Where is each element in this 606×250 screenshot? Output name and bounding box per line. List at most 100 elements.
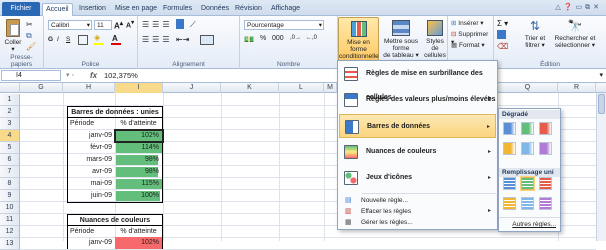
fill-icon[interactable] <box>497 30 506 39</box>
column-header[interactable]: H <box>63 83 115 93</box>
format-painter-icon[interactable]: 🖌 <box>26 42 36 51</box>
conditional-formatting-button[interactable]: Mise en forme conditionnelle ▾ <box>338 17 379 67</box>
minimize-ribbon-icon[interactable]: △ <box>555 4 563 11</box>
row-header[interactable]: 12 <box>0 226 20 238</box>
row-header[interactable]: 2 <box>0 106 20 118</box>
gradient-fill-swatch[interactable] <box>521 142 534 155</box>
merge-center-icon[interactable] <box>200 35 214 45</box>
row-header[interactable]: 4 <box>0 130 20 142</box>
table-cell-period[interactable]: mai-09 <box>67 178 115 190</box>
gradient-fill-swatch[interactable] <box>539 142 552 155</box>
menu-item-color-scales[interactable]: Nuances de couleurs ▸ <box>339 140 496 164</box>
table-cell-period[interactable]: janv-09 <box>67 237 115 249</box>
column-header[interactable]: M <box>324 83 337 93</box>
menu-item-manage-rules[interactable]: ▦ Gérer les règles... <box>339 217 496 228</box>
horizontal-align-icons[interactable]: ☰☰☰ <box>142 35 173 44</box>
table-cell-pct[interactable]: 114% <box>115 142 163 154</box>
font-size-select[interactable]: 11 <box>94 20 112 30</box>
format-cells-button[interactable]: ▦ Format ▾ <box>451 41 485 49</box>
tab-page-layout[interactable]: Mise en page <box>112 3 160 16</box>
percent-icon[interactable]: % <box>260 35 266 42</box>
scrollbar-thumb[interactable] <box>598 94 605 114</box>
tab-home[interactable]: Accueil <box>42 3 73 16</box>
insert-function-button[interactable]: fx <box>90 69 97 82</box>
paste-button[interactable]: Coller ▾ <box>2 19 24 53</box>
table-title[interactable]: Nuances de couleurs <box>67 214 163 226</box>
window-controls[interactable]: △❓▭⧉✕ <box>555 3 602 12</box>
tab-formulas[interactable]: Formules <box>160 3 195 16</box>
column-header[interactable]: G <box>20 83 63 93</box>
row-header[interactable]: 1 <box>0 94 20 106</box>
formula-input[interactable]: 102,375% <box>104 69 138 82</box>
table-cell-period[interactable]: avr-09 <box>67 166 115 178</box>
menu-item-new-rule[interactable]: ▤ Nouvelle règle... <box>339 195 496 206</box>
table-cell-pct[interactable]: 102% <box>115 237 163 249</box>
row-header[interactable]: 6 <box>0 154 20 166</box>
restore-icon[interactable]: ⧉ <box>585 4 593 11</box>
tab-review[interactable]: Révision <box>232 3 265 16</box>
currency-icon[interactable]: 💵 <box>244 35 254 44</box>
bold-button[interactable]: G <box>48 36 53 43</box>
row-header[interactable]: 8 <box>0 178 20 190</box>
gradient-fill-swatch[interactable] <box>521 122 534 135</box>
column-header[interactable]: Q <box>498 83 558 93</box>
tab-data[interactable]: Données <box>198 3 232 16</box>
font-name-select[interactable]: Calibri ▾ <box>48 20 92 30</box>
solid-fill-swatch[interactable] <box>521 177 534 190</box>
menu-item-data-bars[interactable]: Barres de données ▸ <box>339 114 496 138</box>
indent-icons[interactable]: ⇤⇥ <box>176 35 189 44</box>
italic-button[interactable]: I <box>57 36 59 43</box>
fill-color-icon[interactable]: ◈ <box>94 33 100 42</box>
menu-item-highlight-rules[interactable]: Règles de mise en surbrillance des cellu… <box>339 62 496 101</box>
table-cell-period[interactable]: mars-09 <box>67 154 115 166</box>
more-rules-link[interactable]: Autres règles... <box>499 219 560 230</box>
solid-fill-swatch[interactable] <box>503 197 516 210</box>
table-title[interactable]: Barres de données : unies <box>67 106 163 118</box>
row-header[interactable]: 7 <box>0 166 20 178</box>
number-format-select[interactable]: Pourcentage ▾ <box>244 20 324 30</box>
row-header[interactable]: 10 <box>0 202 20 214</box>
solid-fill-swatch[interactable] <box>539 197 552 210</box>
select-all-corner[interactable] <box>0 83 20 93</box>
vertical-scrollbar[interactable] <box>596 93 606 241</box>
vertical-align-icons[interactable]: ☰☰☰ <box>142 20 173 29</box>
insert-cells-button[interactable]: ⊞ Insérer ▾ <box>451 19 484 27</box>
grow-font-icon[interactable]: A▴ <box>114 19 123 31</box>
solid-fill-swatch[interactable] <box>521 197 534 210</box>
row-header[interactable]: 9 <box>0 190 20 202</box>
tab-view[interactable]: Affichage <box>268 3 303 16</box>
cut-icon[interactable]: ✂ <box>26 20 33 29</box>
solid-fill-swatch[interactable] <box>503 177 516 190</box>
clear-icon[interactable]: ⌫ <box>497 42 508 51</box>
table-header-period[interactable]: Période <box>67 118 115 130</box>
tab-insert[interactable]: Insertion <box>76 3 109 16</box>
menu-item-clear-rules[interactable]: ▥ Effacer les règles ▸ <box>339 206 496 217</box>
column-header[interactable]: J <box>163 83 221 93</box>
row-header[interactable]: 11 <box>0 214 20 226</box>
cell-styles-button[interactable]: Styles de cellules ▾ <box>422 17 448 66</box>
column-header[interactable]: R <box>558 83 596 93</box>
orientation-icon[interactable]: ⟋ <box>190 20 196 30</box>
format-as-table-button[interactable]: Mettre sous forme de tableau ▾ <box>380 17 422 59</box>
increase-decimal-icon[interactable]: ,0→ <box>290 35 301 41</box>
table-cell-period[interactable]: janv-09 <box>67 130 115 142</box>
wrap-text-icon[interactable] <box>176 19 184 29</box>
autosum-icon[interactable]: Σ ▾ <box>497 19 508 28</box>
table-cell-period[interactable]: févr-09 <box>67 142 115 154</box>
table-cell-pct[interactable]: 98% <box>115 154 163 166</box>
table-cell-period[interactable]: juin-09 <box>67 190 115 202</box>
font-color-icon[interactable]: A <box>112 34 118 43</box>
close-icon[interactable]: ✕ <box>593 4 602 11</box>
cancel-enter-icons[interactable]: ▾ ◦ <box>66 71 74 79</box>
table-cell-pct[interactable]: 100% <box>115 190 163 202</box>
copy-icon[interactable]: ⧉ <box>26 31 32 41</box>
row-header[interactable]: 5 <box>0 142 20 154</box>
expand-formula-icon[interactable]: ▾ <box>599 71 603 79</box>
row-header[interactable]: 3 <box>0 118 20 130</box>
borders-icon[interactable] <box>78 35 88 45</box>
solid-fill-swatch[interactable] <box>539 177 552 190</box>
menu-item-top-bottom-rules[interactable]: Règles des valeurs plus/moins élevées ▸ <box>339 88 496 112</box>
menu-item-icon-sets[interactable]: Jeux d'icônes ▸ <box>339 166 496 190</box>
underline-button[interactable]: S <box>66 36 70 43</box>
table-cell-pct[interactable]: 115% <box>115 178 163 190</box>
